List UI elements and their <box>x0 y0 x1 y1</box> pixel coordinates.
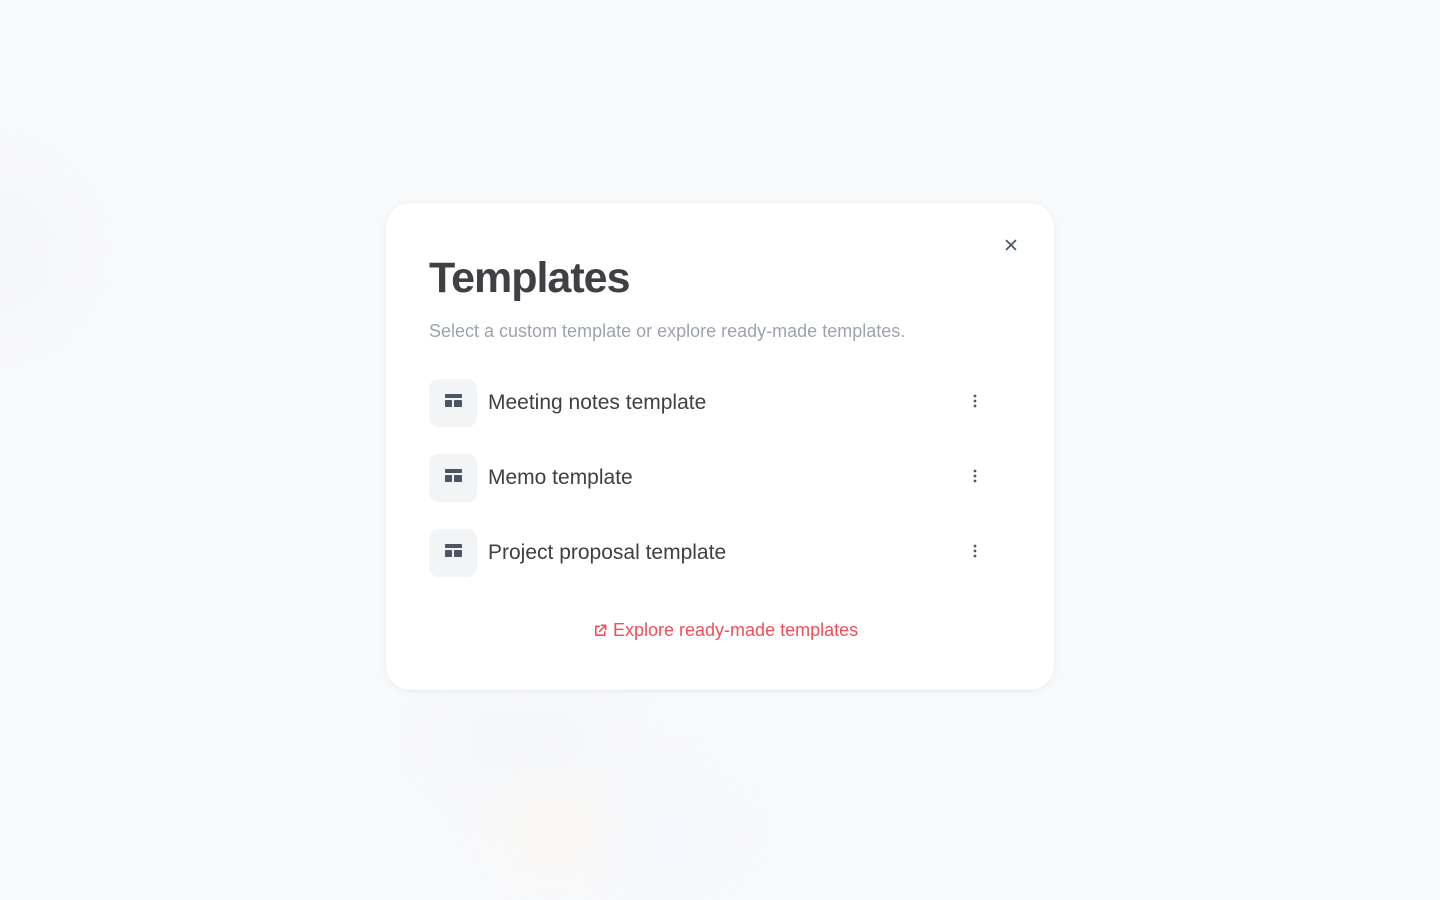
close-icon <box>1003 237 1019 258</box>
template-item-label: Meeting notes template <box>488 391 707 414</box>
more-vertical-icon <box>972 469 978 488</box>
explore-ready-made-templates-link[interactable]: Explore ready-made templates <box>593 618 858 642</box>
dialog-subtitle: Select a custom template or explore read… <box>429 321 906 341</box>
blurred-background-shape <box>500 780 610 880</box>
explore-link-label: Explore ready-made templates <box>613 620 859 640</box>
template-layout-icon <box>444 544 462 562</box>
template-more-button[interactable] <box>963 466 987 490</box>
blurred-background-shape <box>440 700 610 780</box>
template-more-button[interactable] <box>963 391 987 415</box>
blurred-background-shape <box>0 180 60 320</box>
template-layout-icon <box>444 394 462 412</box>
template-item-memo[interactable]: Memo template <box>429 454 999 502</box>
template-icon-container <box>429 529 477 577</box>
template-more-button[interactable] <box>963 541 987 565</box>
dialog-title: Templates <box>429 254 630 302</box>
more-vertical-icon <box>972 544 978 563</box>
templates-dialog: Templates Select a custom template or ex… <box>386 203 1054 690</box>
template-item-label: Memo template <box>488 466 633 489</box>
template-layout-icon <box>444 469 462 487</box>
blurred-background-shape <box>625 780 720 890</box>
external-link-icon <box>593 623 608 638</box>
template-item-meeting-notes[interactable]: Meeting notes template <box>429 379 999 427</box>
close-button[interactable] <box>998 234 1024 260</box>
template-list: Meeting notes template Memo template Pro… <box>429 379 999 579</box>
template-icon-container <box>429 454 477 502</box>
template-item-project-proposal[interactable]: Project proposal template <box>429 529 999 577</box>
template-icon-container <box>429 379 477 427</box>
template-item-label: Project proposal template <box>488 541 727 564</box>
more-vertical-icon <box>972 394 978 413</box>
